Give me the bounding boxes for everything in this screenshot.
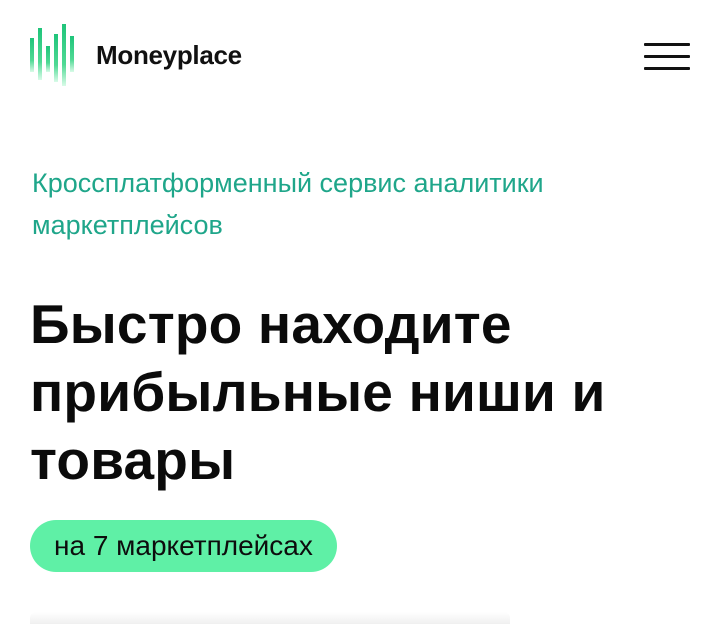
menu-line — [644, 55, 690, 58]
hamburger-menu-icon[interactable] — [644, 43, 692, 71]
menu-line — [644, 67, 690, 70]
bar-chart-logo-icon — [30, 24, 74, 86]
marketplaces-badge: на 7 маркетплейсах — [30, 520, 337, 572]
menu-line — [644, 43, 690, 46]
content-card-edge — [30, 612, 510, 624]
site-header: Moneyplace — [0, 0, 720, 112]
hero-headline: Быстро находите прибыльные ниши и товары — [30, 293, 606, 491]
brand-name: Moneyplace — [96, 39, 242, 70]
hero-eyebrow: Кроссплатформенный сервис аналитики марк… — [32, 168, 544, 240]
brand-logo[interactable]: Moneyplace — [30, 24, 242, 86]
